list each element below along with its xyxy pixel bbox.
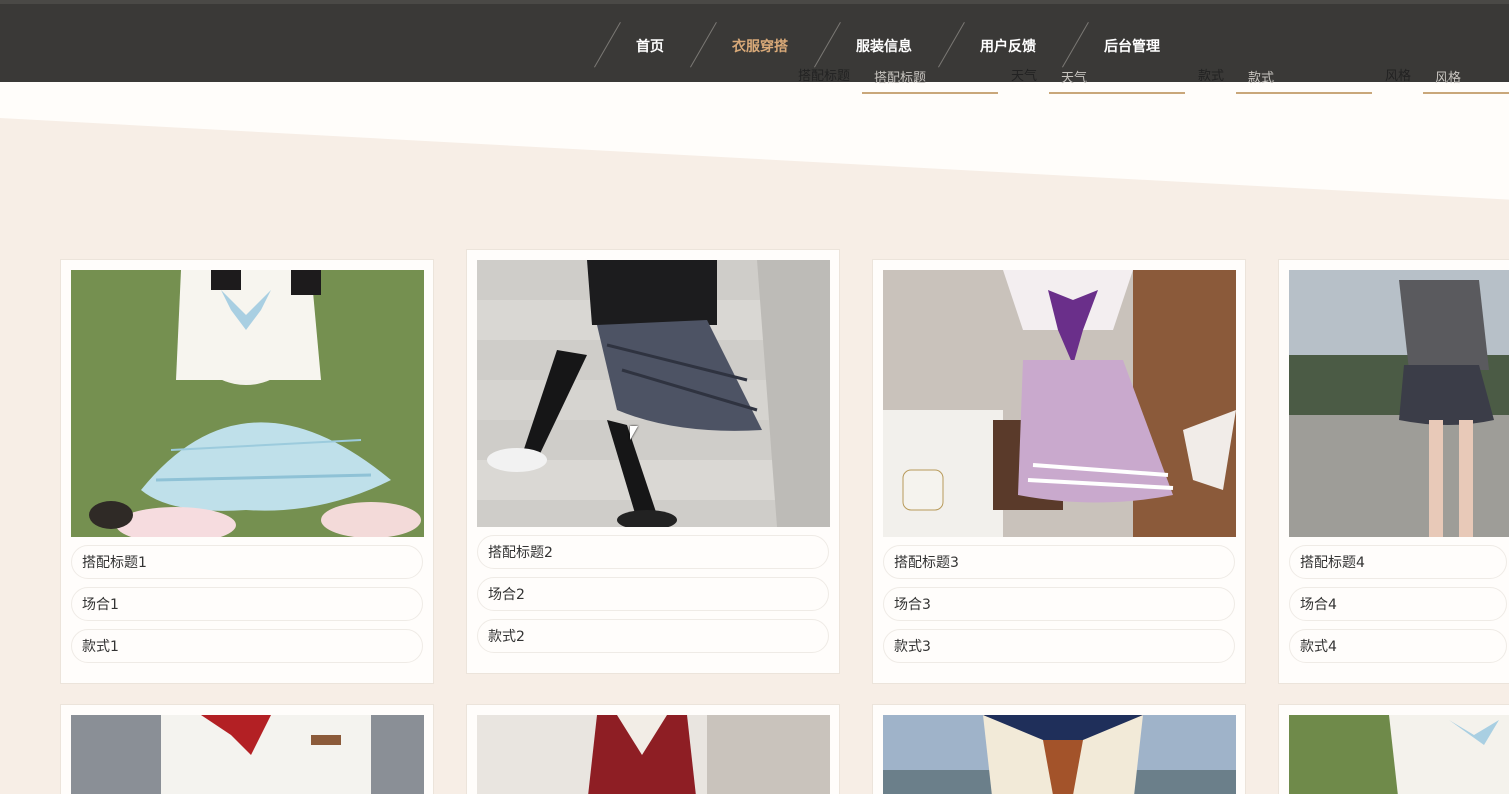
outfit-photo[interactable] <box>1289 715 1509 794</box>
outfit-style-field: 款式3 <box>883 629 1235 663</box>
nav-item-outfits[interactable]: 衣服穿搭 <box>686 22 810 70</box>
weather-search-input[interactable] <box>1049 60 1185 94</box>
outfit-title-field: 搭配标题4 <box>1289 545 1507 579</box>
nav-divider <box>814 22 841 68</box>
outfit-photo[interactable] <box>477 260 830 527</box>
outfit-occasion-field: 场合2 <box>477 577 829 611</box>
style-search-input[interactable] <box>1236 60 1372 94</box>
outfit-occasion-field: 场合3 <box>883 587 1235 621</box>
outfit-title-field: 搭配标题1 <box>71 545 423 579</box>
nav-item-label: 后台管理 <box>1104 39 1160 55</box>
outfit-card[interactable] <box>1278 704 1509 794</box>
outfit-card[interactable] <box>872 704 1246 794</box>
outfit-style-field: 款式4 <box>1289 629 1507 663</box>
outfit-photo[interactable] <box>71 270 424 537</box>
outfit-card[interactable]: 搭配标题4 场合4 款式4 <box>1278 259 1509 684</box>
outfit-photo[interactable] <box>1289 270 1509 537</box>
outfit-card[interactable]: 搭配标题3 场合3 款式3 <box>872 259 1246 684</box>
outfit-style-field: 款式2 <box>477 619 829 653</box>
outfit-photo[interactable] <box>883 270 1236 537</box>
title-search-input[interactable] <box>862 60 998 94</box>
nav-divider <box>594 22 621 68</box>
outfit-title-field: 搭配标题2 <box>477 535 829 569</box>
outfit-card[interactable] <box>60 704 434 794</box>
nav-divider <box>690 22 717 68</box>
nav-item-label: 用户反馈 <box>980 39 1036 55</box>
outfit-occasion-field: 场合1 <box>71 587 423 621</box>
outfit-photo[interactable] <box>477 715 830 794</box>
outfit-style-field: 款式1 <box>71 629 423 663</box>
nav-item-label: 服装信息 <box>856 39 912 55</box>
mouse-cursor-icon <box>630 426 638 440</box>
nav-item-label: 首页 <box>636 39 664 55</box>
filter-label: 天气 <box>1011 69 1038 84</box>
outfit-card[interactable]: 搭配标题1 场合1 款式1 <box>60 259 434 684</box>
filter-label: 风格 <box>1385 69 1412 84</box>
outfit-card[interactable] <box>466 704 840 794</box>
outfit-card[interactable]: 搭配标题2 场合2 款式2 <box>466 249 840 674</box>
outfit-photo[interactable] <box>71 715 424 794</box>
outfit-photo[interactable] <box>883 715 1236 794</box>
outfit-title-field: 搭配标题3 <box>883 545 1235 579</box>
header-band <box>0 82 1509 200</box>
genre-search-input[interactable] <box>1423 60 1509 94</box>
nav-item-label: 衣服穿搭 <box>732 39 788 55</box>
filter-label: 搭配标题 <box>798 69 851 84</box>
filter-label: 款式 <box>1198 69 1225 84</box>
nav-item-home[interactable]: 首页 <box>590 22 686 70</box>
outfit-occasion-field: 场合4 <box>1289 587 1507 621</box>
